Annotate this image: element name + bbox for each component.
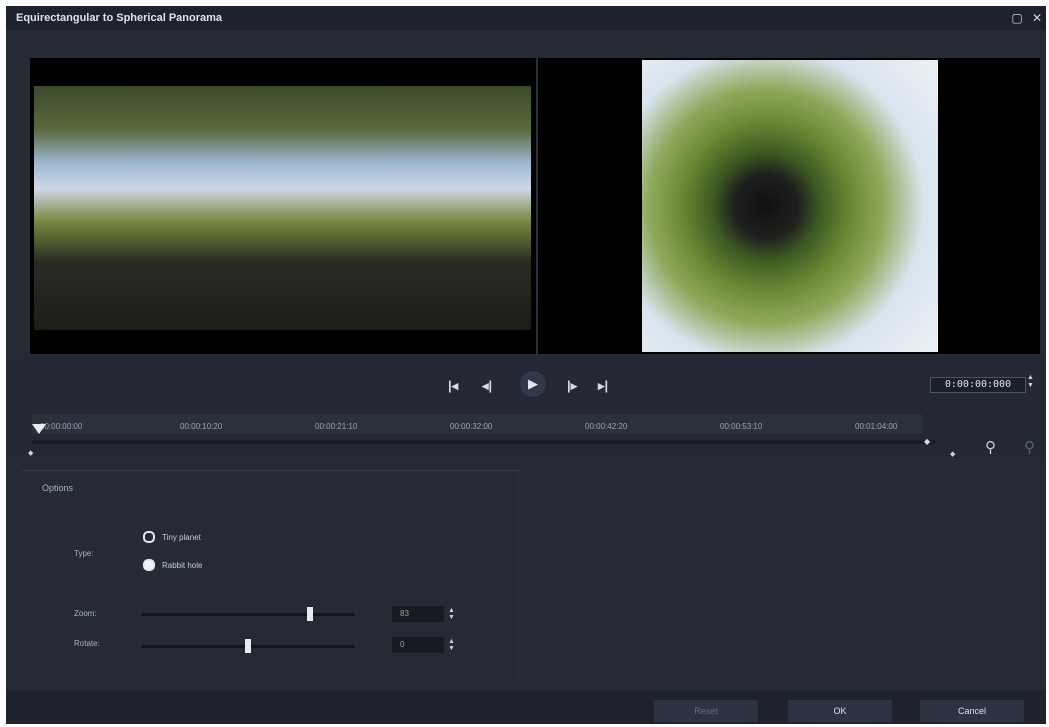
play-button[interactable]: ▶ [520,371,546,397]
cancel-button[interactable]: Cancel [920,700,1024,722]
time-tick: 00:01:04:00 [855,422,898,431]
zoom-slider[interactable] [142,607,354,621]
go-to-start-icon[interactable]: |◂ [448,378,458,394]
ok-button[interactable]: OK [788,700,892,722]
zoom-slider-thumb[interactable] [307,607,313,621]
time-tick: 00:00:00:00 [40,422,83,431]
title-bar: Equirectangular to Spherical Panorama ▢ … [6,6,1046,30]
zoom-label: Zoom: [74,609,97,618]
mark-in-icon[interactable]: ◆ [28,449,33,457]
chevron-down-icon[interactable]: ▼ [1027,382,1037,390]
reset-button[interactable]: Reset [654,700,758,722]
options-panel: Options Type: Tiny planet Rabbit hole Zo… [22,470,519,681]
next-frame-icon[interactable]: |▸ [567,378,577,394]
radio-rabbit-hole[interactable] [143,559,155,571]
options-heading: Options [42,483,74,493]
dialog-title: Equirectangular to Spherical Panorama [16,12,223,24]
playhead-handle[interactable] [32,424,46,434]
dialog-button-bar: Reset OK Cancel [6,690,1046,724]
preview-divider [536,58,538,354]
time-tick: 00:00:21:10 [315,422,358,431]
rotate-value-field[interactable]: 0 [392,637,444,653]
timecode-stepper[interactable]: ▲ ▼ [1027,374,1037,390]
time-tick: 00:00:42:20 [585,422,628,431]
rotate-slider[interactable] [142,639,354,653]
preview-area [30,58,1040,354]
time-tick: 00:00:10:20 [180,422,223,431]
timeline-end-marker-icon[interactable]: ◆ [924,437,930,446]
timeline-track[interactable] [32,440,936,444]
zoom-stepper[interactable]: ▲ ▼ [448,607,455,621]
original-video-preview [34,86,531,330]
timecode-field[interactable]: 0:00:00:000 [930,377,1026,393]
zoom-in-icon[interactable]: ⚲ [985,438,996,456]
close-icon[interactable]: ✕ [1030,11,1044,25]
rabbit-hole-label[interactable]: Rabbit hole [162,561,202,570]
radio-tiny-planet[interactable] [143,531,155,543]
rotate-stepper[interactable]: ▲ ▼ [448,638,455,652]
result-video-preview [642,60,938,352]
time-ruler[interactable]: 00:00:00:00 00:00:10:20 00:00:21:10 00:0… [32,414,922,434]
time-tick: 00:00:32:00 [450,422,493,431]
tiny-planet-label[interactable]: Tiny planet [162,533,201,542]
rotate-slider-thumb[interactable] [245,639,251,653]
type-label: Type: [74,549,94,558]
zoom-out-icon[interactable]: ⚲ [1024,438,1035,456]
time-tick: 00:00:53:10 [720,422,763,431]
zoom-value-field[interactable]: 83 [392,606,444,622]
rotate-label: Rotate: [74,639,100,648]
go-to-end-icon[interactable]: ▸| [598,378,608,394]
mark-out-icon[interactable]: ◆ [950,450,955,458]
maximize-icon[interactable]: ▢ [1010,11,1024,25]
chevron-up-icon[interactable]: ▲ [1027,374,1037,382]
previous-frame-icon[interactable]: ◂| [482,378,492,394]
dialog-window: Equirectangular to Spherical Panorama ▢ … [6,6,1046,724]
playback-controls: |◂ ◂| ▶ |▸ ▸| 0:00:00:000 ▲ ▼ [6,358,1046,410]
timeline: 00:00:00:00 00:00:10:20 00:00:21:10 00:0… [6,410,1046,458]
